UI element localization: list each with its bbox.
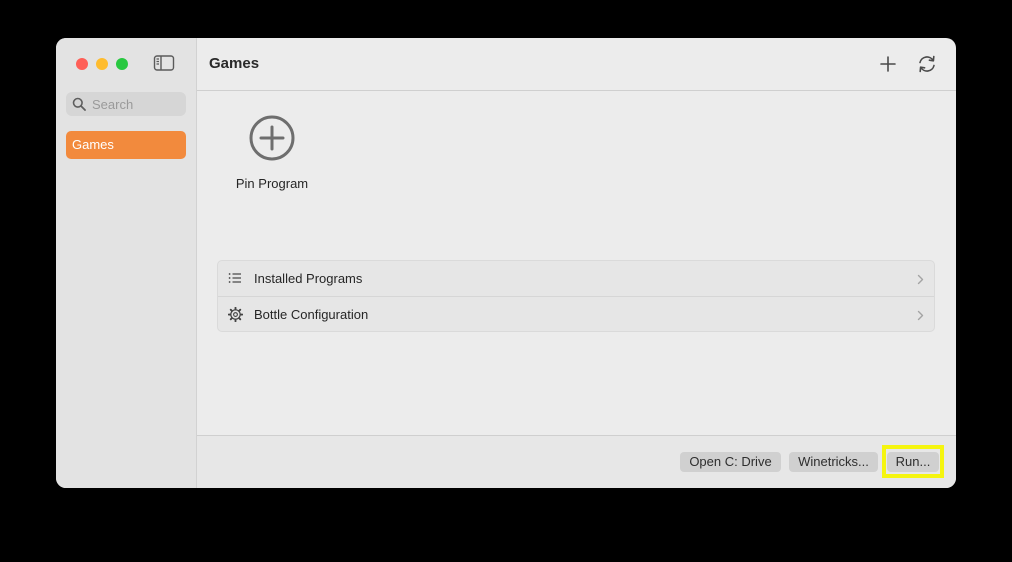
bottom-bar: Open C: Drive Winetricks... Run... <box>197 435 956 488</box>
list-item-installed-programs[interactable]: Installed Programs <box>218 261 934 297</box>
sidebar-item-games[interactable]: Games <box>66 131 186 159</box>
settings-list: Installed Programs Bottle Configuration <box>217 260 935 332</box>
main-content: Games Pin Program Installed Programs Bot… <box>197 38 956 488</box>
search-icon <box>72 97 86 111</box>
zoom-window-button[interactable] <box>116 58 128 70</box>
list-item-bottle-configuration[interactable]: Bottle Configuration <box>218 297 934 332</box>
chevron-right-icon <box>917 308 924 326</box>
page-title: Games <box>209 55 260 72</box>
list-icon <box>228 271 242 290</box>
chevron-right-icon <box>917 272 924 290</box>
bottle-configuration-label: Bottle Configuration <box>254 307 369 322</box>
open-c-drive-button[interactable]: Open C: Drive <box>680 452 781 472</box>
pin-program-button[interactable]: Pin Program <box>227 114 317 194</box>
app-window: Games Games <box>56 38 956 488</box>
toolbar: Games <box>197 38 956 91</box>
run-button[interactable]: Run... <box>887 452 939 472</box>
sidebar: Games <box>56 38 197 488</box>
close-window-button[interactable] <box>76 58 88 70</box>
plus-circle-icon <box>249 115 295 161</box>
winetricks-button[interactable]: Winetricks... <box>789 452 878 472</box>
pin-program-label: Pin Program <box>235 176 309 191</box>
search-field[interactable] <box>66 92 186 116</box>
sidebar-toggle-icon[interactable] <box>153 54 175 72</box>
search-input[interactable] <box>92 92 182 116</box>
add-icon[interactable] <box>877 53 899 75</box>
refresh-icon[interactable] <box>916 53 938 75</box>
gear-icon <box>227 306 244 327</box>
installed-programs-label: Installed Programs <box>254 271 363 286</box>
minimize-window-button[interactable] <box>96 58 108 70</box>
